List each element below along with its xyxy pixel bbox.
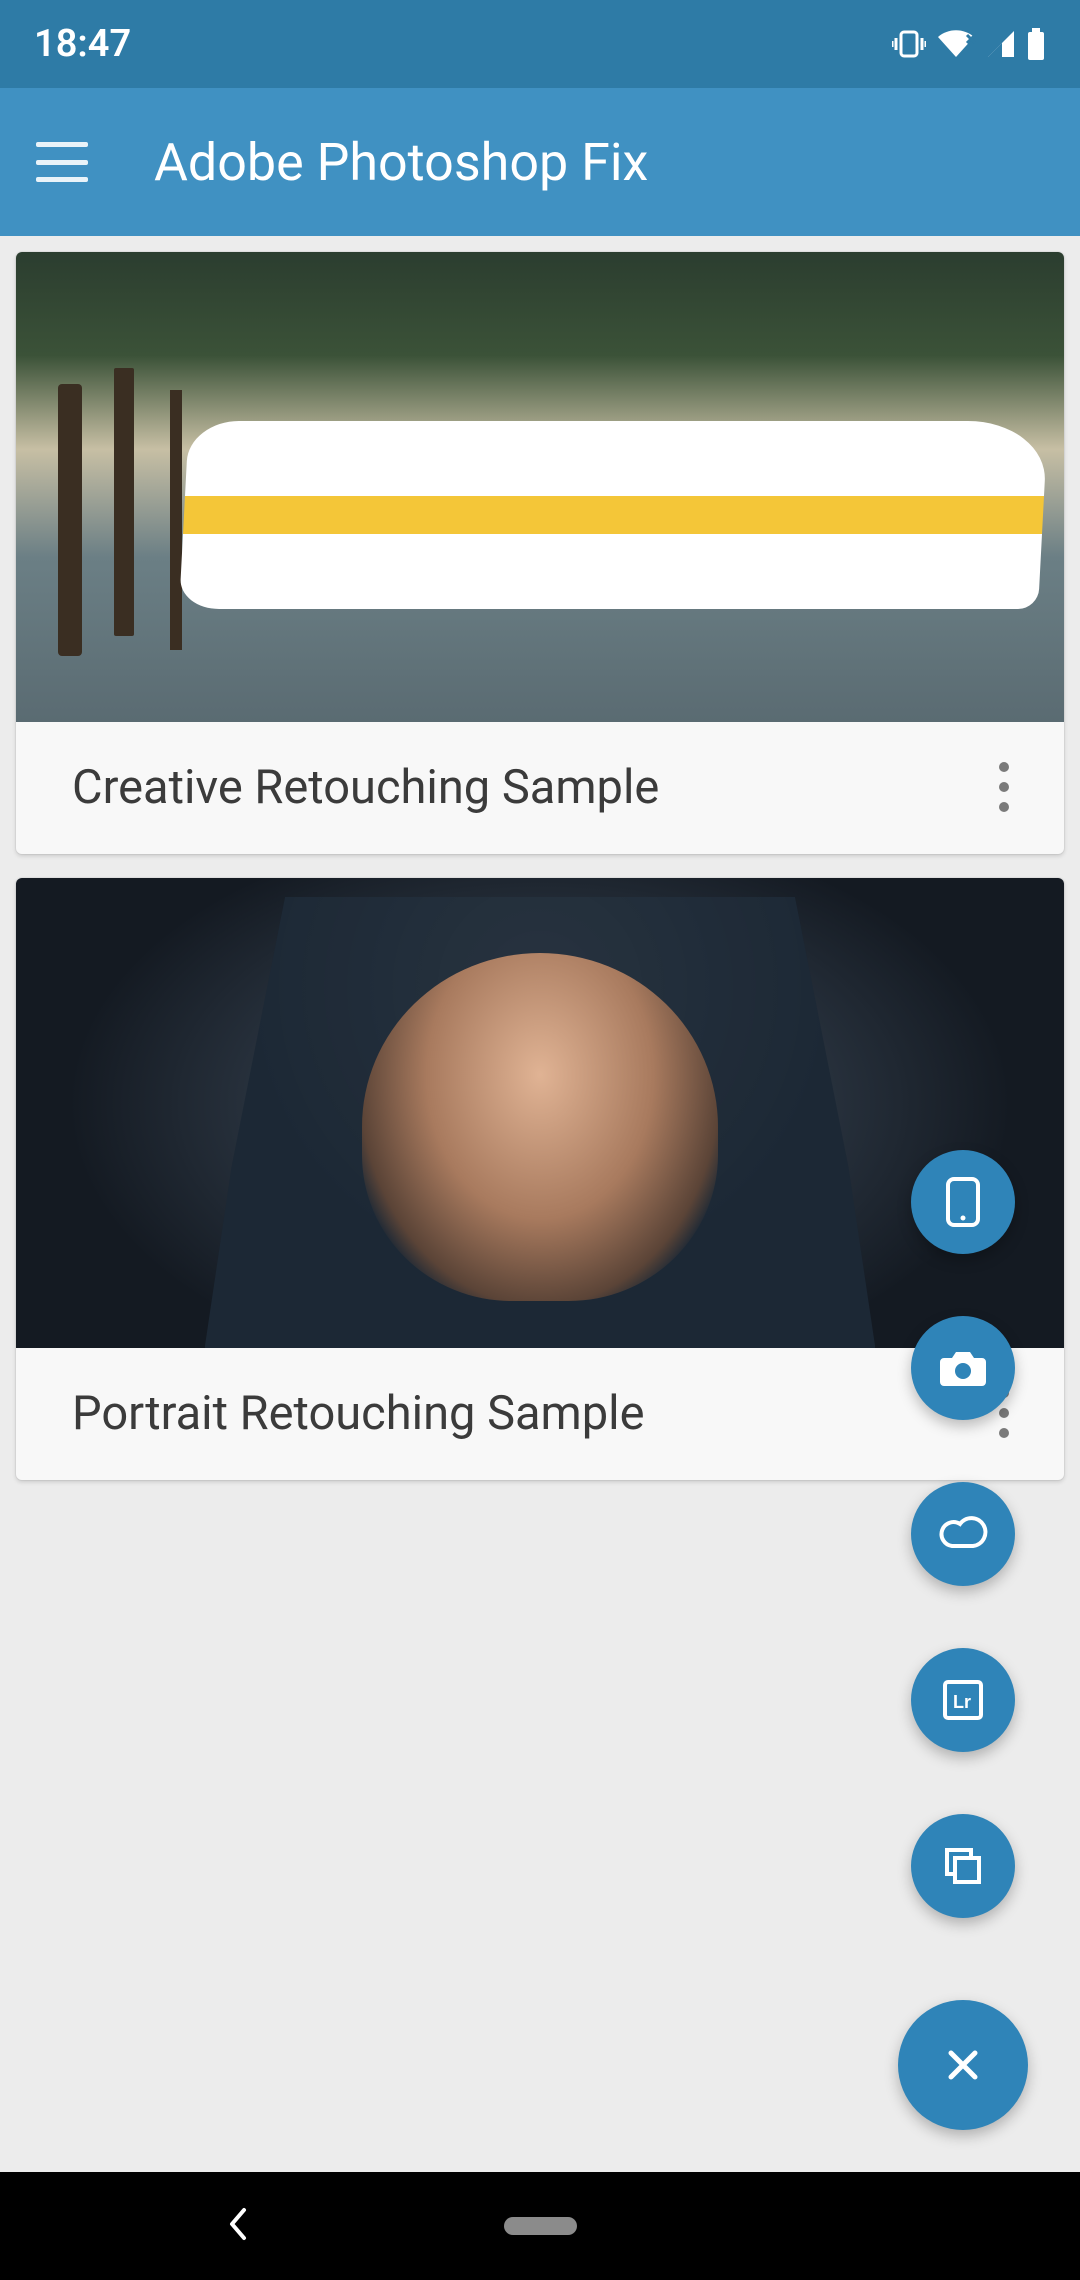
fab-from-lightroom[interactable]: Lr [911, 1648, 1015, 1752]
fab-from-files[interactable] [911, 1814, 1015, 1918]
cellular-icon [986, 29, 1016, 59]
camera-icon [938, 1348, 988, 1388]
battery-icon [1026, 28, 1046, 60]
fab-from-camera[interactable] [911, 1316, 1015, 1420]
creative-cloud-icon [936, 1516, 990, 1552]
wifi-icon [936, 29, 976, 59]
fab-close[interactable] [898, 2000, 1028, 2130]
project-card[interactable]: Creative Retouching Sample [16, 252, 1064, 854]
project-overflow-menu[interactable] [974, 762, 1034, 812]
status-bar: 18:47 [0, 0, 1080, 88]
project-card-footer: Creative Retouching Sample [16, 722, 1064, 854]
project-title: Portrait Retouching Sample [72, 1386, 645, 1441]
fab-from-creative-cloud[interactable] [911, 1482, 1015, 1586]
svg-text:Lr: Lr [953, 1692, 971, 1712]
menu-button[interactable] [36, 142, 88, 182]
project-title: Creative Retouching Sample [72, 760, 659, 815]
phone-icon [945, 1176, 981, 1228]
app-bar: Adobe Photoshop Fix [0, 88, 1080, 236]
project-thumbnail[interactable] [16, 252, 1064, 722]
back-button[interactable] [224, 2204, 254, 2248]
vibrate-icon [892, 29, 926, 59]
home-handle[interactable] [504, 2217, 577, 2235]
system-nav-bar [0, 2172, 1080, 2280]
lightroom-icon: Lr [941, 1678, 985, 1722]
status-time: 18:47 [34, 22, 131, 66]
fab-stack: Lr [898, 1150, 1028, 2130]
fab-from-phone[interactable] [911, 1150, 1015, 1254]
files-icon [941, 1844, 985, 1888]
status-icons [892, 28, 1046, 60]
close-icon [943, 2045, 983, 2085]
more-vert-icon [999, 762, 1009, 812]
app-title: Adobe Photoshop Fix [154, 132, 648, 193]
